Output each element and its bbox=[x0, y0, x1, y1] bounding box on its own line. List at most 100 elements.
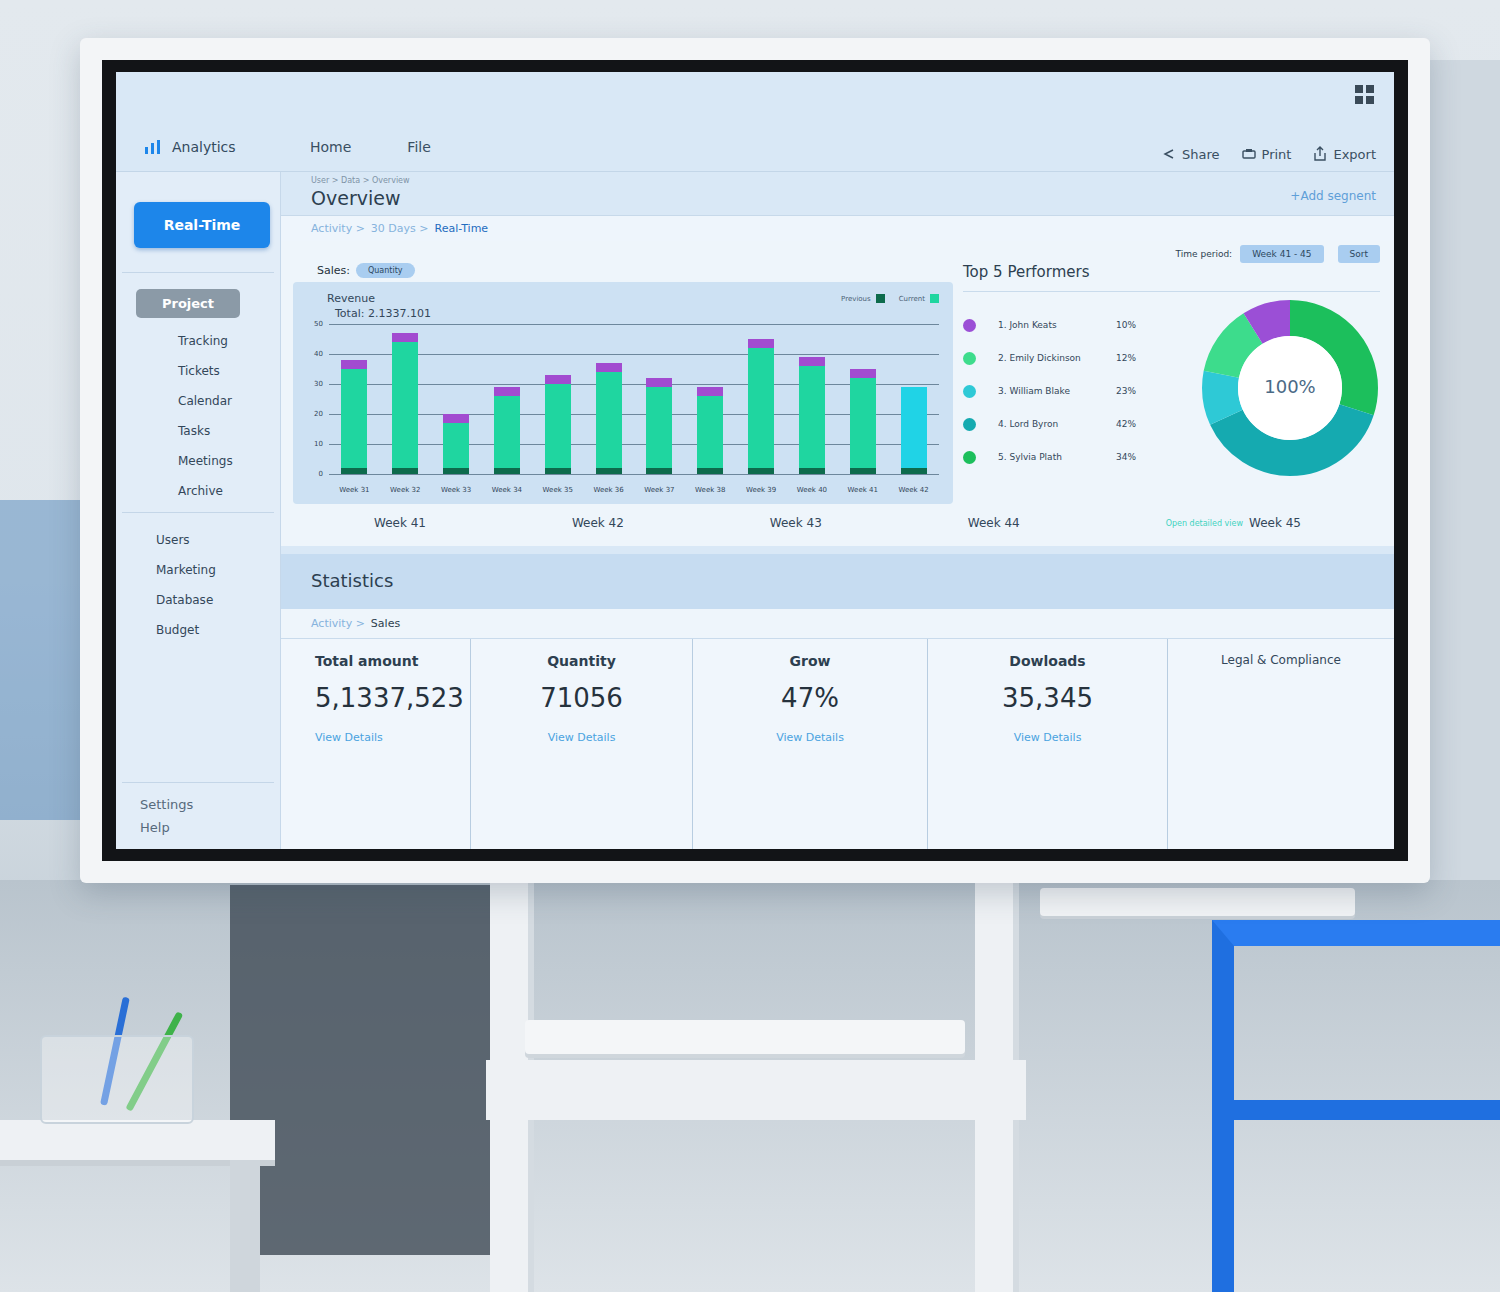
x-label: Week 39 bbox=[736, 486, 787, 494]
performer-row[interactable]: 5. Sylvia Plath34% bbox=[963, 451, 1156, 464]
real-time-button[interactable]: Real-Time bbox=[134, 202, 270, 248]
bar-segment bbox=[748, 339, 774, 348]
monitor-bezel: Analytics Home File Share Print Export Real-Ti… bbox=[102, 60, 1408, 861]
export-button[interactable]: Export bbox=[1313, 146, 1376, 162]
sidebar-item[interactable]: Tickets bbox=[116, 356, 280, 386]
breadcrumb-link[interactable]: Activity > bbox=[311, 617, 365, 630]
bar-segment bbox=[697, 387, 723, 396]
menu-item[interactable]: Home bbox=[310, 139, 351, 155]
stat-card: Total amount5,1337,523View Details bbox=[281, 639, 471, 849]
bar[interactable] bbox=[431, 324, 482, 474]
sidebar-footer-item[interactable]: Help bbox=[116, 816, 280, 839]
stat-value: 5,1337,523 bbox=[315, 683, 464, 713]
sidebar-item[interactable]: Marketing bbox=[116, 555, 280, 585]
stat-value: 47% bbox=[781, 683, 839, 713]
chart-column: Sales:QuantityRevenuePreviousCurrentTota… bbox=[293, 263, 953, 504]
project-item[interactable]: Project bbox=[136, 289, 240, 318]
performer-row[interactable]: 2. Emily Dickinson12% bbox=[963, 352, 1156, 365]
performers-list: 1. John Keats10% 2. Emily Dickinson12% 3. … bbox=[963, 313, 1156, 464]
bar-segment bbox=[901, 468, 927, 474]
bar-segment bbox=[596, 372, 622, 468]
bar-segment bbox=[392, 333, 418, 342]
app-logo[interactable]: Analytics bbox=[144, 139, 254, 155]
performer-row[interactable]: 3. William Blake23% bbox=[963, 385, 1156, 398]
sidebar-item[interactable]: Budget bbox=[116, 615, 280, 645]
sidebar-item[interactable]: Users bbox=[116, 525, 280, 555]
cart-shelf bbox=[1212, 1100, 1500, 1120]
y-tick: 10 bbox=[314, 438, 323, 450]
legend-item: Previous bbox=[841, 294, 885, 303]
view-details-link[interactable]: View Details bbox=[776, 731, 844, 744]
view-details-link[interactable]: View Details bbox=[1014, 731, 1082, 744]
bar[interactable] bbox=[481, 324, 532, 474]
breadcrumb-link[interactable]: Sales bbox=[371, 617, 400, 630]
print-button[interactable]: Print bbox=[1242, 146, 1292, 162]
page-title: Overview bbox=[311, 187, 410, 209]
bar[interactable] bbox=[685, 324, 736, 474]
x-label: Week 34 bbox=[481, 486, 532, 494]
bar[interactable] bbox=[634, 324, 685, 474]
performer-row[interactable]: 1. John Keats10% bbox=[963, 319, 1156, 332]
x-label: Week 37 bbox=[634, 486, 685, 494]
sidebar-footer-item[interactable]: Settings bbox=[116, 793, 280, 816]
bar-segment bbox=[646, 387, 672, 468]
cabinet bbox=[230, 885, 490, 1255]
sidebar-item[interactable]: Tasks bbox=[116, 416, 280, 446]
legal-compliance-link[interactable]: Legal & Compliance bbox=[1221, 653, 1341, 667]
y-tick: 0 bbox=[319, 468, 323, 480]
breadcrumb-link[interactable]: Activity > bbox=[311, 222, 365, 235]
menu-item[interactable]: File bbox=[407, 139, 430, 155]
performer-dot bbox=[963, 319, 976, 332]
statistics-breadcrumbs: Activity > Sales bbox=[281, 609, 1394, 639]
time-period-select[interactable]: Week 41 - 45 bbox=[1240, 245, 1323, 263]
bar-segment bbox=[494, 396, 520, 468]
statistics-title: Statistics bbox=[311, 570, 1364, 591]
performer-row[interactable]: 4. Lord Byron42% bbox=[963, 418, 1156, 431]
bar[interactable] bbox=[583, 324, 634, 474]
bar[interactable] bbox=[837, 324, 888, 474]
performers-title: Top 5 Performers bbox=[963, 263, 1380, 292]
sidebar: Real-Time Project TrackingTicketsCalendarT… bbox=[116, 172, 281, 849]
x-label: Week 38 bbox=[685, 486, 736, 494]
breadcrumb-link[interactable]: Real-Time bbox=[435, 222, 489, 235]
bar[interactable] bbox=[888, 324, 939, 474]
sidebar-divider bbox=[122, 272, 274, 273]
background-rack bbox=[1430, 60, 1500, 880]
legend-label: Current bbox=[899, 295, 925, 303]
dashboard-body: Real-TimeProjectTrackingTicketsCalendarT… bbox=[116, 172, 1394, 849]
stat-value: 71056 bbox=[540, 683, 623, 713]
share-button[interactable]: Share bbox=[1162, 146, 1220, 162]
sidebar-item[interactable]: Database bbox=[116, 585, 280, 615]
performer-dot bbox=[963, 418, 976, 431]
view-details-link[interactable]: View Details bbox=[548, 731, 616, 744]
bar[interactable] bbox=[786, 324, 837, 474]
sidebar-item[interactable]: Tracking bbox=[116, 326, 280, 356]
legend-swatch bbox=[876, 294, 885, 303]
donut-total: 100% bbox=[1200, 376, 1380, 397]
bar[interactable] bbox=[380, 324, 431, 474]
sidebar-item[interactable]: Calendar bbox=[116, 386, 280, 416]
x-label: Week 31 bbox=[329, 486, 380, 494]
quantity-chip[interactable]: Quantity bbox=[356, 263, 415, 278]
toolbar-actions: Share Print Export bbox=[1162, 146, 1376, 162]
sidebar-item[interactable]: Archive bbox=[116, 476, 280, 506]
overview-title-block: User > Data > OverviewOverview bbox=[311, 176, 410, 209]
view-details-link[interactable]: View Details bbox=[315, 731, 383, 744]
bar[interactable] bbox=[736, 324, 787, 474]
stat-card: Quantity71056View Details bbox=[471, 639, 693, 849]
sidebar-item[interactable]: Meetings bbox=[116, 446, 280, 476]
bar[interactable] bbox=[532, 324, 583, 474]
breadcrumb-link[interactable]: 30 Days > bbox=[371, 222, 429, 235]
donut-chart: 100% bbox=[1200, 298, 1380, 478]
apps-button[interactable] bbox=[1354, 84, 1376, 110]
overview-header: User > Data > OverviewOverview +Add segne… bbox=[281, 172, 1394, 215]
top-bar: Analytics Home File Share Print Export bbox=[116, 72, 1394, 172]
sort-button[interactable]: Sort bbox=[1338, 245, 1380, 263]
detailed-view-link[interactable]: Open detailed view bbox=[1166, 519, 1243, 528]
bar-segment bbox=[799, 468, 825, 474]
bar[interactable] bbox=[329, 324, 380, 474]
add-segment-link[interactable]: +Add segnent bbox=[1290, 189, 1376, 209]
plot bbox=[329, 324, 939, 475]
overview-columns: Sales:QuantityRevenuePreviousCurrentTota… bbox=[293, 263, 1394, 504]
bar-segment bbox=[494, 468, 520, 474]
